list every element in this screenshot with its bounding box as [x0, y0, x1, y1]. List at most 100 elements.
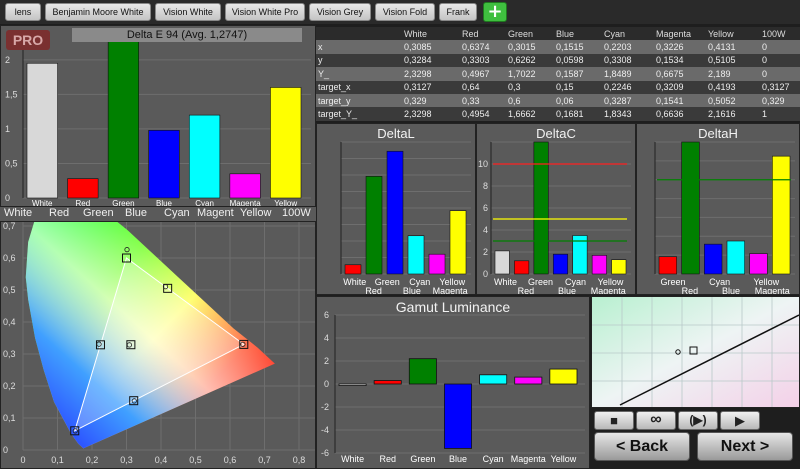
gamut-bar-magenta	[514, 376, 543, 385]
table-cell: 0,3015	[508, 42, 536, 53]
table-cell: 0,5105	[708, 55, 736, 66]
table-cell: 0	[762, 42, 768, 53]
table-cell: 0,6636	[656, 109, 684, 120]
table-cell: 0,3308	[604, 55, 632, 66]
mini-background	[592, 297, 799, 407]
gamut-bar-yellow	[549, 368, 578, 385]
table-cell: 0,1534	[656, 55, 684, 66]
gamut-ytick: 4	[324, 333, 329, 343]
play-loop-button[interactable]: (▶)	[678, 411, 718, 430]
table-cell: 0,1681	[556, 109, 584, 120]
table-header-cell: Green	[506, 27, 554, 41]
delta-e-bar-yellow	[270, 87, 302, 199]
cie-xtick: 0,4	[155, 455, 168, 465]
delta-e-ytick: 1,5	[5, 89, 18, 99]
tab-frank[interactable]: Frank	[439, 3, 477, 21]
dl-svg-xlabel: White	[343, 277, 366, 287]
delta-e-xlabel: Blue	[156, 199, 173, 206]
table-cell: 1,8343	[604, 109, 632, 120]
delta-e-bar-blue	[148, 129, 180, 199]
gamut-luminance-chart: -6-4-20246White Red Green Blue Cyan Magenta Ye…	[321, 310, 585, 464]
cie-xtick: 0,3	[120, 455, 133, 465]
gamut-xlabel: Cyan	[483, 454, 504, 464]
gamut-ytick: 2	[324, 356, 329, 366]
table-cell: 0	[762, 55, 768, 66]
delta-e-ytick: 1	[5, 124, 10, 134]
delta-e-chart: 0 0,5 1 1,5 2 White Red Green Blue Cyan Magenta Yel…	[5, 40, 311, 208]
cie-ytick: 0,4	[3, 317, 16, 327]
loop-button[interactable]: ∞	[636, 411, 676, 430]
dc-svg-bar	[552, 253, 569, 275]
play-button[interactable]: ▶	[720, 411, 760, 430]
table-cell: 0,6	[508, 95, 521, 106]
delta-e-xlabel: Red	[76, 199, 91, 206]
tab-vision-fold[interactable]: Vision Fold	[375, 3, 435, 21]
tab-lens[interactable]: lens	[5, 3, 41, 21]
gamut-ytick: -4	[321, 425, 329, 435]
measurement-table: White Red Green Blue Cyan Magenta Yellow 100W x 0…	[316, 27, 800, 121]
cie-xtick: 0,6	[224, 455, 237, 465]
table-header-cell	[316, 27, 402, 41]
table-cell: 0,4954	[462, 109, 490, 120]
gamut-luminance-title: Gamut Luminance	[395, 299, 511, 315]
cie-xtick: 0,2	[86, 455, 99, 465]
next-button[interactable]: Next >	[697, 432, 793, 461]
table-header-cell: Magenta	[654, 27, 706, 41]
cie-ytick: 0,2	[3, 381, 16, 391]
add-tab-button[interactable]: +	[483, 2, 507, 22]
table-cell: 0,4967	[462, 68, 490, 79]
tab-vision-white-pro[interactable]: Vision White Pro	[225, 3, 305, 21]
delta-e-bar-cyan	[188, 114, 221, 199]
cie-xtick: 0,1	[51, 455, 64, 465]
table-cell: 0,6675	[656, 68, 684, 79]
table-cell: 0,329	[404, 95, 427, 106]
dh-svg-xlabel: Magenta	[755, 286, 790, 294]
back-button[interactable]: < Back	[594, 432, 690, 461]
table-cell: 0,3127	[762, 82, 790, 93]
table-cell: target_y	[318, 95, 351, 106]
table-row: target_y 0,329 0,33 0,6 0,06 0,3287 0,1541 0,50…	[316, 93, 800, 108]
strip-label-yellow: Yellow	[240, 207, 272, 219]
table-cell: 1	[762, 109, 768, 120]
table-cell: 0,3284	[404, 55, 432, 66]
table-row: target_Y_ 2,3298 0,4954 1,6662 0,1681 1,8343 0…	[316, 107, 800, 121]
dc-svg-ytick: 4	[483, 225, 488, 235]
table-header-cell: Blue	[554, 27, 602, 41]
dc-svg-bar	[514, 260, 530, 275]
table-header-cell: White	[402, 27, 460, 41]
delta-h-panel: DeltaH Green Cyan Yellow Red Blue Magenta	[636, 123, 800, 296]
delta-e-bar-green	[107, 40, 140, 199]
cie-ytick: 0,3	[3, 349, 16, 359]
strip-label-blue: Blue	[125, 207, 148, 219]
table-cell: 0,64	[462, 82, 480, 93]
table-cell: 0,4193	[708, 82, 736, 93]
tab-benjamin-moore-white[interactable]: Benjamin Moore White	[45, 3, 151, 21]
tab-vision-white[interactable]: Vision White	[155, 3, 221, 21]
gamut-xlabel: Green	[410, 454, 435, 464]
table-header-cell: Cyan	[602, 27, 654, 41]
table-cell: 0,5052	[708, 95, 736, 106]
gamut-xlabel: Magenta	[511, 454, 546, 464]
delta-e-xlabel: Green	[112, 199, 134, 206]
table-header-cell: Yellow	[706, 27, 760, 41]
strip-label-white: White	[4, 207, 33, 219]
table-cell: 0,6374	[462, 42, 490, 53]
table-cell: 2,1616	[708, 109, 736, 120]
tab-vision-grey[interactable]: Vision Grey	[309, 3, 371, 21]
stop-button[interactable]: ■	[594, 411, 634, 430]
dc-svg-bar	[533, 141, 549, 275]
cie-ytick: 0,5	[3, 285, 16, 295]
table-cell: 0,3209	[656, 82, 684, 93]
pro-logo: PRO	[6, 30, 50, 50]
gamut-ytick: -2	[321, 402, 329, 412]
gamut-bar-white	[338, 383, 367, 386]
cie-ytick: 0,6	[3, 253, 16, 263]
table-cell: 2,3298	[404, 68, 432, 79]
dl-svg-bar	[365, 176, 383, 275]
gamut-bar-cyan	[479, 374, 508, 385]
preset-tab-bar: lens Benjamin Moore White Vision White V…	[0, 0, 800, 24]
dc-svg-xlabel: Magenta	[591, 286, 626, 294]
table-cell: 1,7022	[508, 68, 536, 79]
delta-e-ytick: 0,5	[5, 158, 18, 168]
table-row: x 0,3085 0,6374 0,3015 0,1515 0,2203 0,3226 0,4…	[316, 40, 800, 54]
